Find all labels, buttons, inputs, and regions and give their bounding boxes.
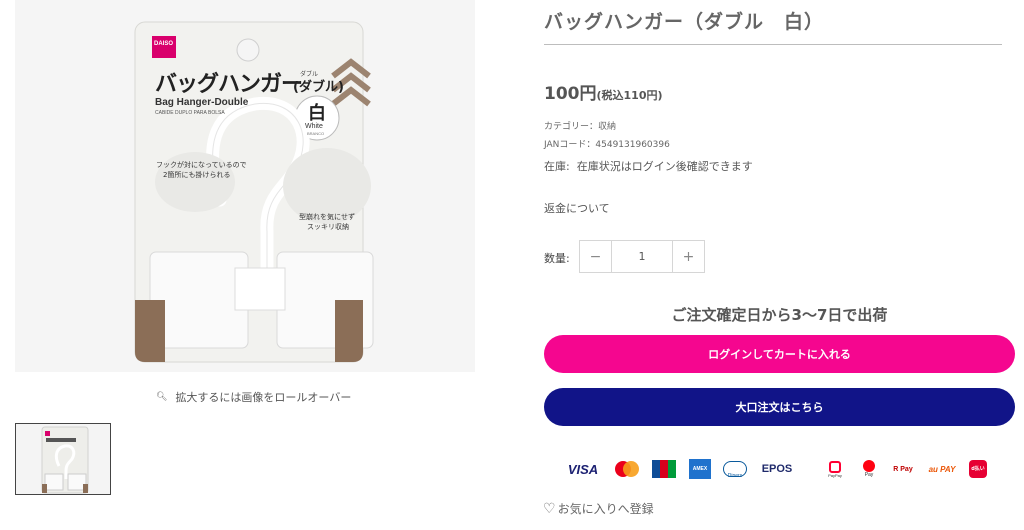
- package-color-pt: BRANCO: [307, 131, 325, 136]
- merpay-icon: Pay: [860, 456, 878, 482]
- quantity-decrement-button[interactable]: −: [580, 241, 612, 272]
- package-feature-1a: フックが対になっているので: [156, 161, 247, 169]
- favorites-label: お気に入りへ登録: [557, 502, 654, 516]
- add-to-favorites-link[interactable]: ♡ お気に入りへ登録: [543, 500, 654, 517]
- package-feature-2b: スッキリ収納: [307, 223, 349, 231]
- product-category: カテゴリー：収納: [544, 122, 617, 132]
- package-name-jp: バッグハンガー: [155, 72, 303, 97]
- daiso-logo: [152, 36, 176, 58]
- product-photo: [15, 0, 475, 372]
- paypay-icon: PayPay: [822, 456, 848, 482]
- package-brand: DAISO: [154, 41, 174, 47]
- product-jan: JANコード：4549131960396: [544, 140, 670, 150]
- stock-label: 在庫:: [544, 160, 570, 173]
- package-color-en: White: [305, 123, 323, 130]
- zoom-hint: 🔍︎ 拡大するには画像をロールオーバー: [156, 389, 351, 405]
- rakuten-pay-icon: R Pay: [893, 465, 913, 473]
- package-name-pt: CABIDE DUPLO PARA BOLSA: [155, 110, 225, 116]
- visa-icon: VISA: [567, 461, 599, 477]
- price-amount: 100円: [544, 84, 597, 104]
- d-barai-icon: d払い: [968, 456, 988, 482]
- thumbnail-image: [16, 424, 110, 494]
- zoom-hint-text: 拡大するには画像をロールオーバー: [175, 391, 352, 404]
- stock-status: 在庫: 在庫状況はログイン後確認できます: [544, 158, 753, 174]
- diners-club-icon: Diners: [722, 456, 748, 482]
- product-title: バッグハンガー（ダブル 白）: [544, 11, 825, 33]
- magnifier-icon: 🔍︎: [156, 392, 168, 402]
- jcb-icon: [652, 456, 676, 482]
- package-name-en: Bag Hanger-Double: [155, 97, 249, 108]
- quantity-stepper: − 1 +: [579, 240, 705, 273]
- quantity-increment-button[interactable]: +: [672, 241, 704, 272]
- package-feature-2a: 型崩れを気にせず: [299, 213, 355, 221]
- quantity-label: 数量:: [544, 252, 570, 265]
- login-add-to-cart-button[interactable]: ログインしてカートに入れる: [544, 335, 1015, 373]
- product-thumbnail[interactable]: [15, 423, 111, 495]
- bulk-order-button[interactable]: 大口注文はこちら: [544, 388, 1015, 426]
- package-color-jp: 白: [308, 103, 326, 124]
- product-main-image[interactable]: DAISO ダブル バッグハンガー (ダブル) Bag Hanger-Doubl…: [15, 0, 475, 372]
- epos-icon: EPOS: [761, 463, 793, 475]
- title-divider: [544, 44, 1002, 45]
- price-with-tax: (税込110円): [596, 89, 663, 102]
- product-price: 100円(税込110円): [544, 79, 663, 104]
- quantity-input[interactable]: 1: [612, 241, 672, 272]
- au-pay-icon: au PAY: [928, 464, 956, 474]
- mastercard-icon: [613, 456, 641, 482]
- shipping-note: ご注文確定日から3〜7日で出荷: [671, 306, 888, 324]
- refund-link[interactable]: 返金について: [544, 200, 610, 216]
- amex-icon: AMEX: [688, 456, 712, 482]
- stock-text: 在庫状況はログイン後確認できます: [576, 160, 753, 173]
- package-feature-1b: 2箇所にも掛けられる: [163, 171, 231, 179]
- heart-icon: ♡: [543, 500, 556, 517]
- package-name-suffix: (ダブル): [293, 80, 344, 95]
